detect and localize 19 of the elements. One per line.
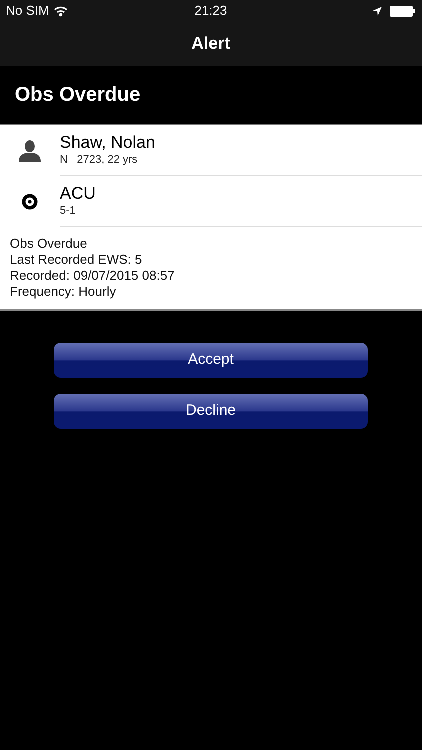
location-arrow-icon: [373, 6, 382, 16]
detail-line: Frequency: Hourly: [10, 284, 118, 300]
battery-icon: [390, 6, 416, 16]
header-title: Obs Overdue: [15, 83, 141, 108]
action-button[interactable]: Decline: [54, 394, 368, 429]
person-icon: [18, 138, 42, 162]
row-title: ACU: [60, 184, 97, 204]
action-button[interactable]: Accept: [54, 343, 368, 378]
detail-line: Obs Overdue: [10, 236, 88, 252]
target-icon: [22, 194, 38, 210]
nav-title: Alert: [192, 33, 230, 56]
row-subtitle: N 2723, 22 yrs: [60, 153, 139, 167]
row-title: Shaw, Nolan: [60, 133, 156, 153]
detail-line: Last Recorded EWS: 5: [10, 252, 144, 268]
carrier-label: No SIM: [6, 2, 50, 20]
row-subtitle: 5-1: [60, 204, 77, 218]
detail-line: Recorded: 09/07/2015 08:57: [10, 268, 176, 284]
status-time: 21:23: [194, 2, 228, 20]
wifi-icon: [54, 6, 68, 16]
